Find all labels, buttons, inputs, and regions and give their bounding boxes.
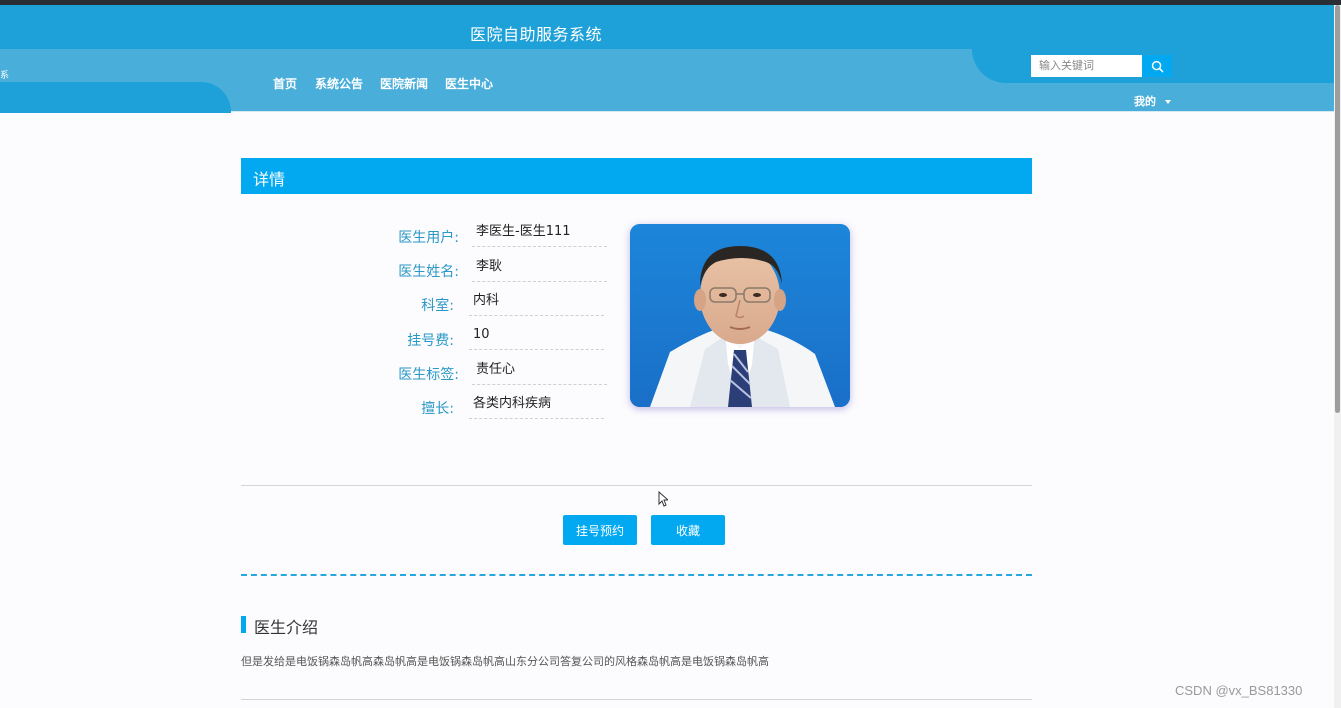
field-value-registration-fee: 10 xyxy=(469,326,604,350)
intro-text: 但是发给是电饭锅森岛帆高森岛帆高是电饭锅森岛帆高山东分公司答复公司的风格森岛帆高… xyxy=(241,655,769,668)
bottom-divider xyxy=(241,699,1032,700)
field-label-doctor-name: 医生姓名: xyxy=(398,264,459,280)
field-label-doctor-user: 医生用户: xyxy=(398,230,459,246)
intro-title: 医生介绍 xyxy=(254,618,319,637)
field-value-doctor-name: 李耿 xyxy=(472,258,607,282)
nav-doctor-center[interactable]: 医生中心 xyxy=(445,75,493,92)
field-label-department: 科室: xyxy=(421,298,454,314)
field-value-doctor-user: 李医生-医生111 xyxy=(472,223,607,247)
search-button[interactable] xyxy=(1142,55,1172,77)
watermark: CSDN @vx_BS81330 xyxy=(1175,683,1303,698)
divider xyxy=(241,485,1032,486)
nav-announcements[interactable]: 系统公告 xyxy=(315,75,363,92)
favorite-button[interactable]: 收藏 xyxy=(651,515,725,545)
site-title: 医院自助服务系统 xyxy=(470,25,603,44)
nav-hospital-news[interactable]: 医院新闻 xyxy=(380,75,428,92)
book-appointment-button[interactable]: 挂号预约 xyxy=(563,515,637,545)
scrollbar[interactable] xyxy=(1334,5,1341,708)
field-value-doctor-tag: 责任心 xyxy=(472,361,607,385)
mouse-cursor-icon xyxy=(658,490,670,511)
detail-title: 详情 xyxy=(253,170,286,189)
my-menu-label: 我的 xyxy=(1134,95,1156,108)
dashed-divider xyxy=(241,574,1032,576)
header-left-curve xyxy=(0,82,231,113)
search-input[interactable] xyxy=(1031,55,1142,77)
scrollbar-thumb[interactable] xyxy=(1335,5,1340,413)
detail-header: 详情 xyxy=(241,158,1032,194)
field-value-department: 内科 xyxy=(469,292,604,316)
search-icon xyxy=(1151,60,1163,72)
my-menu[interactable]: 我的 xyxy=(1134,93,1171,109)
header-left-mark: 系 xyxy=(0,71,10,81)
field-label-registration-fee: 挂号费: xyxy=(407,333,454,349)
field-label-specialty: 擅长: xyxy=(421,401,454,417)
header-top: 医院自助服务系统 xyxy=(0,5,1341,50)
field-value-specialty: 各类内科疾病 xyxy=(469,395,604,419)
field-label-doctor-tag: 医生标签: xyxy=(398,367,459,383)
doctor-photo xyxy=(630,224,850,407)
chevron-down-icon xyxy=(1165,100,1171,104)
intro-accent-bar xyxy=(241,616,246,633)
nav-home[interactable]: 首页 xyxy=(273,75,297,92)
